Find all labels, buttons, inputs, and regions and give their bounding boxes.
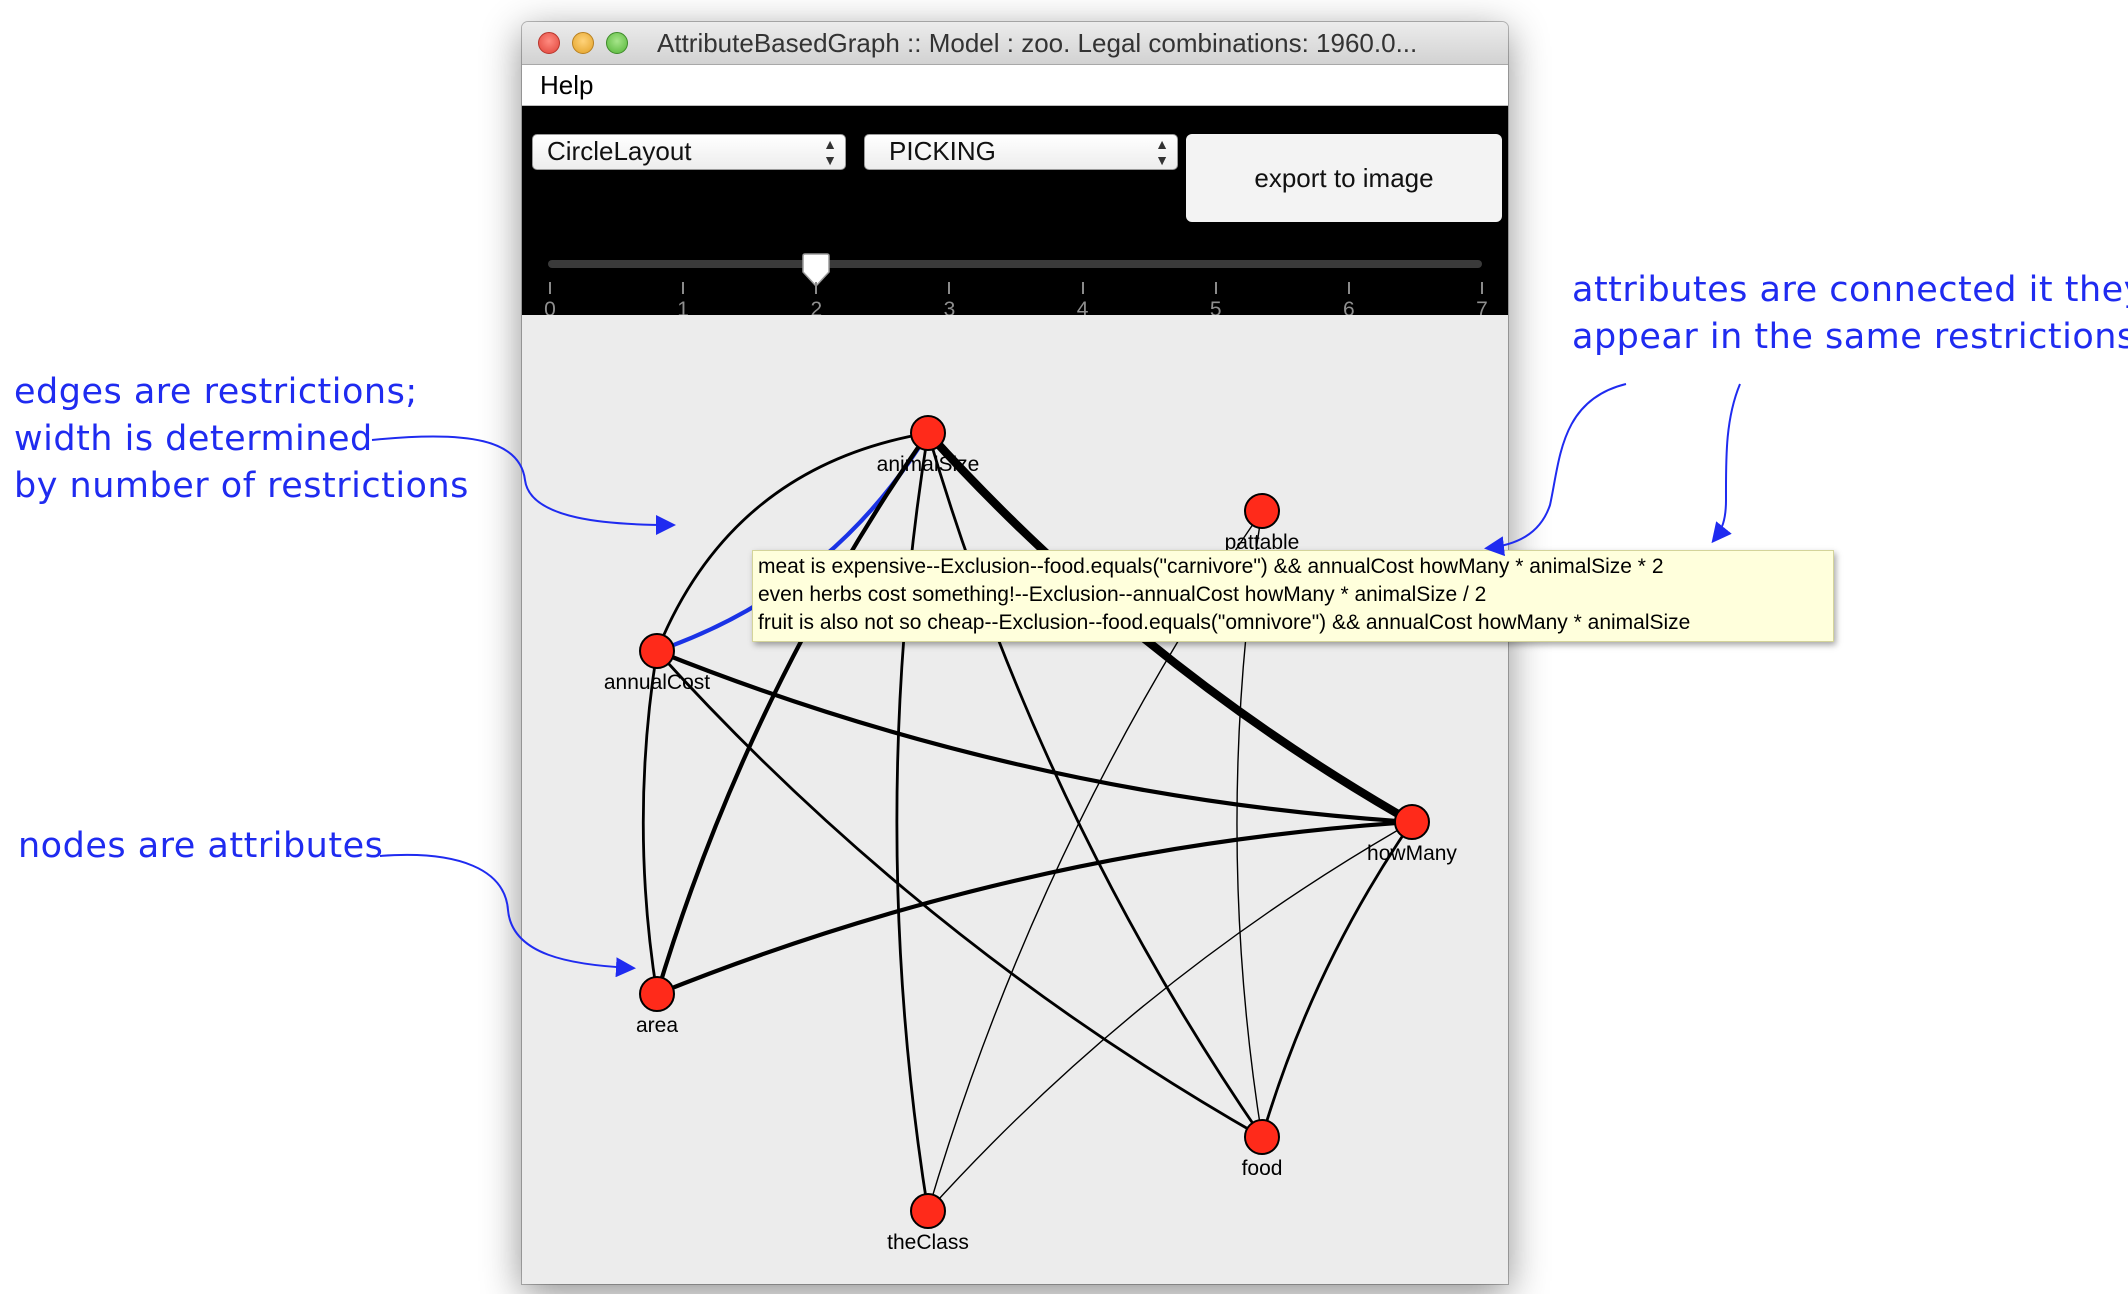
- zoom-window-button[interactable]: [606, 32, 628, 54]
- annotation-edges: edges are restrictions; width is determi…: [14, 372, 469, 506]
- graph-svg[interactable]: animalSizepattableannualCosthowManyareaf…: [522, 315, 1508, 1284]
- graph-edge[interactable]: [656, 649, 1413, 825]
- graph-node-label: annualCost: [604, 671, 710, 694]
- slider-tick: [549, 282, 551, 294]
- graph-node-area[interactable]: [639, 976, 675, 1012]
- graph-node-label: howMany: [1367, 842, 1457, 865]
- slider-tick: [948, 282, 951, 294]
- tooltip-line: meat is expensive--Exclusion--food.equal…: [758, 555, 1664, 578]
- select-arrows-icon: ▲ ▼: [1155, 136, 1169, 168]
- restrictions-tooltip: meat is expensive--Exclusion--food.equal…: [752, 550, 1834, 642]
- tooltip-line: even herbs cost something!--Exclusion--a…: [758, 583, 1487, 606]
- slider-tick: [1347, 282, 1350, 294]
- graph-node-pattable[interactable]: [1244, 493, 1280, 529]
- app-window: AttributeBasedGraph :: Model : zoo. Lega…: [522, 22, 1508, 1284]
- slider-track[interactable]: [548, 260, 1482, 268]
- export-to-image-button[interactable]: export to image: [1186, 134, 1502, 222]
- title-bar: AttributeBasedGraph :: Model : zoo. Lega…: [522, 22, 1508, 65]
- graph-node-food[interactable]: [1244, 1119, 1280, 1155]
- graph-edge[interactable]: [927, 821, 1413, 1212]
- graph-edge[interactable]: [641, 650, 659, 995]
- layout-select-value: CircleLayout: [547, 136, 692, 166]
- menu-bar: Help: [522, 65, 1508, 106]
- slider-tick: [682, 282, 685, 294]
- arrow-connected-left: [1484, 383, 1627, 557]
- graph-node-theClass[interactable]: [910, 1193, 946, 1229]
- graph-edge[interactable]: [1260, 821, 1414, 1138]
- slider-tick: [1081, 282, 1084, 294]
- graph-node-label: food: [1242, 1157, 1283, 1180]
- arrow-connected-right: [1711, 383, 1741, 544]
- select-arrows-icon: ▲ ▼: [823, 136, 837, 168]
- slider-tick: [1481, 282, 1483, 294]
- graph-edge[interactable]: [656, 819, 1413, 996]
- toolbar: CircleLayout ▲ ▼ PICKING ▲ ▼ export to ima…: [522, 106, 1508, 321]
- tooltip-line: fruit is also not so cheap--Exclusion--f…: [758, 611, 1691, 634]
- close-window-button[interactable]: [538, 32, 560, 54]
- minimize-window-button[interactable]: [572, 32, 594, 54]
- graph-node-label: theClass: [887, 1231, 969, 1254]
- mode-select[interactable]: PICKING ▲ ▼: [864, 134, 1178, 170]
- graph-canvas[interactable]: animalSize pattable annualCost howMany area f…: [522, 315, 1508, 1284]
- slider-tick: [815, 282, 818, 294]
- graph-node-howMany[interactable]: [1394, 804, 1430, 840]
- graph-edge[interactable]: [654, 431, 930, 995]
- window-title: AttributeBasedGraph :: Model : zoo. Lega…: [657, 28, 1418, 58]
- graph-node-animalSize[interactable]: [910, 415, 946, 451]
- menu-help[interactable]: Help: [540, 70, 593, 101]
- layout-select[interactable]: CircleLayout ▲ ▼: [532, 134, 846, 170]
- slider-tick: [1214, 282, 1217, 294]
- graph-node-label: area: [636, 1014, 678, 1037]
- graph-node-label: animalSize: [877, 453, 980, 476]
- mode-select-value: PICKING: [889, 136, 996, 166]
- graph-node-annualCost[interactable]: [639, 633, 675, 669]
- annotation-nodes: nodes are attributes: [18, 826, 384, 866]
- annotation-connected: attributes are connected it they appear …: [1572, 270, 2128, 357]
